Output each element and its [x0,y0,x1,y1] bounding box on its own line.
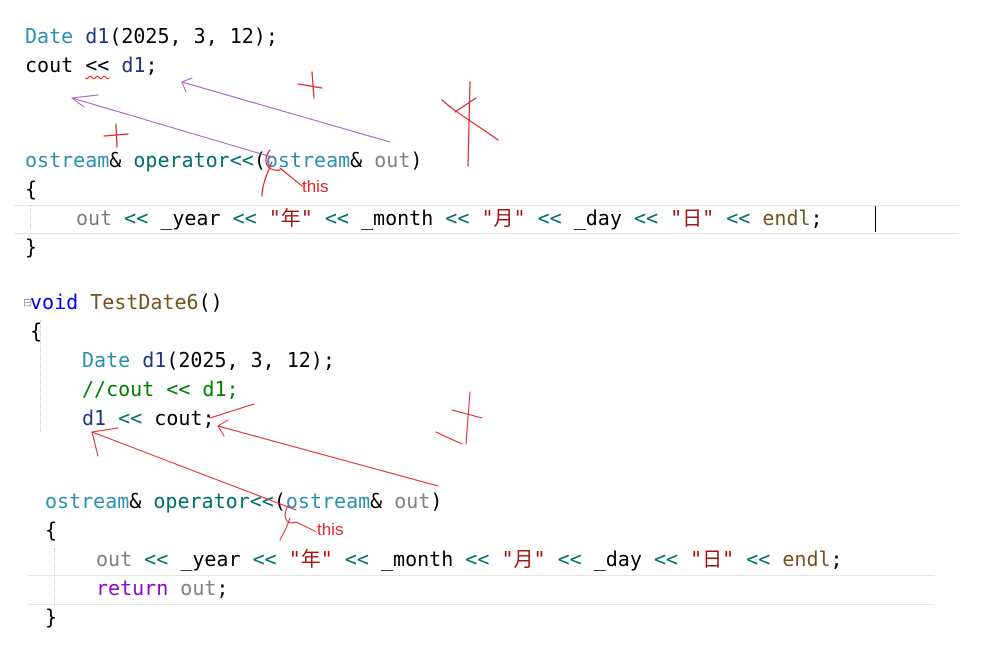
arrow-line [91,431,297,511]
ink-annotations [71,71,499,541]
pointer-line [295,521,317,533]
arrow-line [181,81,391,143]
cross-mark [435,391,483,445]
cross-mark [441,81,499,167]
plus-mark [297,71,323,99]
stroke-mark [209,403,255,419]
arrow-head [71,94,99,108]
arrow-line [217,425,439,487]
arrow-head [91,427,119,457]
squiggle-mark [279,505,297,541]
arrow-line [71,97,276,159]
pointer-line [279,167,303,187]
plus-mark [103,123,129,148]
arrow-head [181,77,193,93]
